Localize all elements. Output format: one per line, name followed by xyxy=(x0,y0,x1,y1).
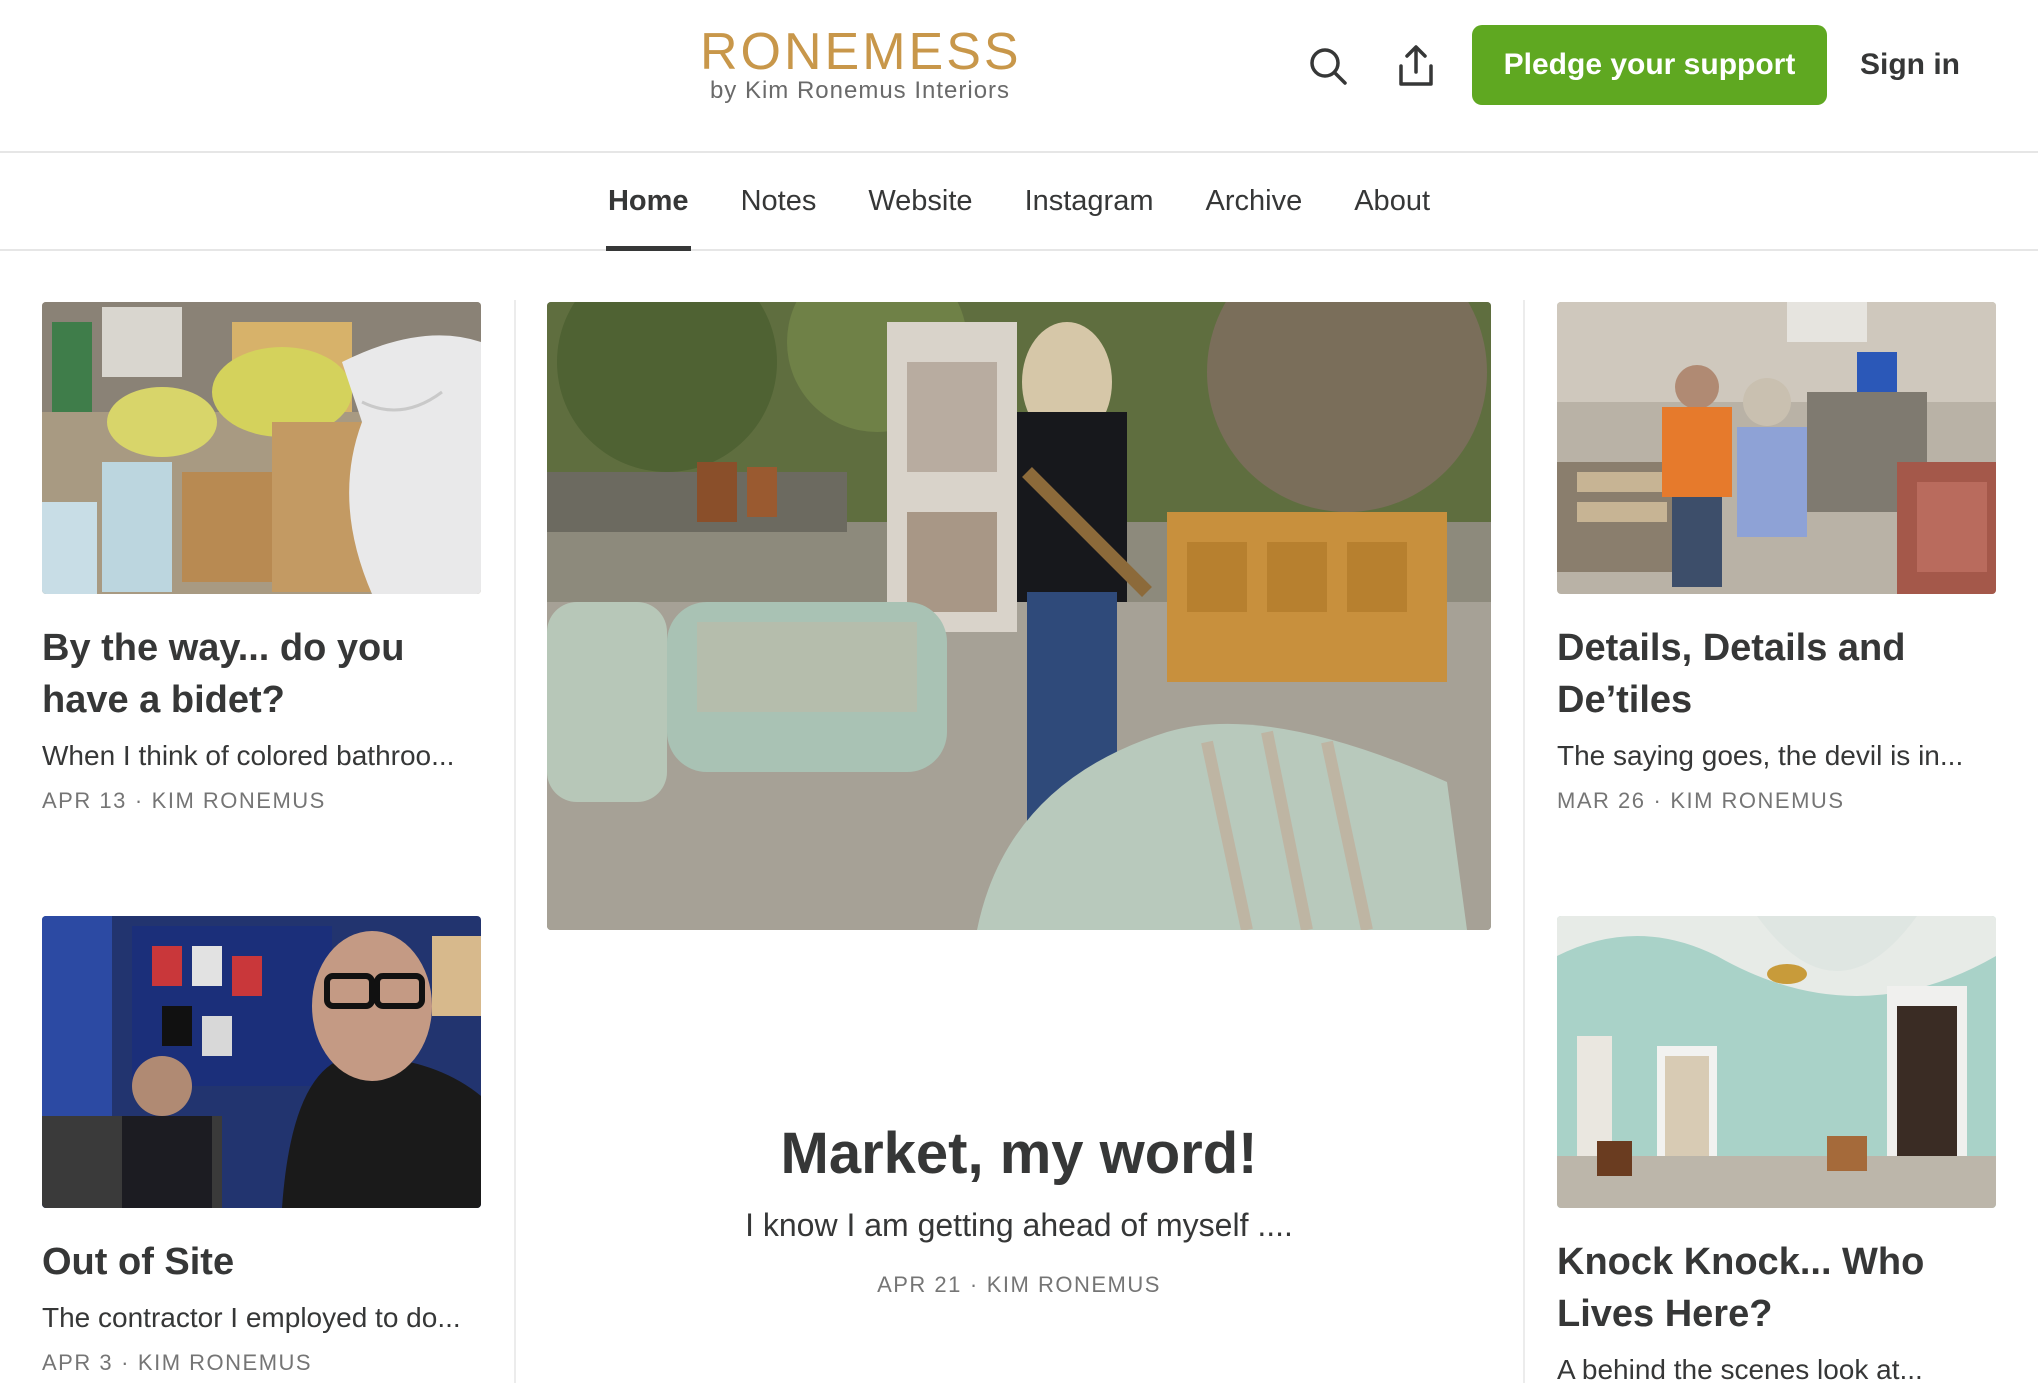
search-icon xyxy=(1310,48,1347,85)
logo-wordmark: RONEMESS xyxy=(700,23,1022,81)
meta-separator: · xyxy=(1653,788,1663,813)
nav-tab-website[interactable]: Website xyxy=(866,153,974,249)
featured-post[interactable]: Market, my word! I know I am getting ahe… xyxy=(547,302,1491,1298)
post-date: MAR 26 xyxy=(1557,788,1646,813)
nav-tab-notes[interactable]: Notes xyxy=(739,153,819,249)
post-subtitle: The saying goes, the devil is in... xyxy=(1557,740,1964,771)
post-title[interactable]: Details, Details and De’tiles xyxy=(1557,622,1996,726)
featured-post-subtitle: I know I am getting ahead of myself .... xyxy=(745,1207,1293,1243)
meta-separator: · xyxy=(121,1350,130,1375)
post-author[interactable]: KIM RONEMUS xyxy=(138,1350,312,1375)
post-title[interactable]: Knock Knock... Who Lives Here? xyxy=(1557,1236,1996,1340)
pledge-support-button[interactable]: Pledge your support xyxy=(1472,25,1827,105)
post-date: APR 13 xyxy=(42,788,127,813)
share-icon xyxy=(1399,45,1433,86)
post-card[interactable]: Out of Site The contractor I employed to… xyxy=(42,916,481,1376)
meta-separator: · xyxy=(969,1272,979,1297)
nav-tab-archive[interactable]: Archive xyxy=(1204,153,1305,249)
post-author[interactable]: KIM RONEMUS xyxy=(1670,788,1844,813)
post-title[interactable]: By the way... do you have a bidet? xyxy=(42,622,481,726)
post-image-bathroom-fixtures xyxy=(42,302,481,594)
meta-separator: · xyxy=(134,788,144,813)
post-author[interactable]: KIM RONEMUS xyxy=(987,1272,1161,1297)
column-divider xyxy=(1523,300,1525,1383)
main-nav: Home Notes Website Instagram Archive Abo… xyxy=(0,153,2038,251)
nav-tabs: Home Notes Website Instagram Archive Abo… xyxy=(0,153,2038,251)
post-subtitle: A behind the scenes look at... xyxy=(1557,1354,1923,1383)
post-date: APR 3 xyxy=(42,1350,114,1375)
post-author[interactable]: KIM RONEMUS xyxy=(152,788,326,813)
post-meta: APR 13 · KIM RONEMUS xyxy=(42,788,481,814)
post-thumbnail[interactable] xyxy=(42,916,481,1208)
post-meta: MAR 26 · KIM RONEMUS xyxy=(1557,788,1996,814)
post-thumbnail[interactable] xyxy=(1557,916,1996,1208)
post-card[interactable]: Details, Details and De’tiles The saying… xyxy=(1557,302,1996,814)
featured-post-image[interactable] xyxy=(547,302,1491,930)
post-subtitle: When I think of colored bathroo... xyxy=(42,740,455,771)
nav-tab-instagram[interactable]: Instagram xyxy=(1023,153,1156,249)
logo-tagline: by Kim Ronemus Interiors xyxy=(709,77,1011,104)
post-card[interactable]: Knock Knock... Who Lives Here? A behind … xyxy=(1557,916,1996,1383)
post-card[interactable]: By the way... do you have a bidet? When … xyxy=(42,302,481,814)
column-divider xyxy=(514,300,516,1383)
nav-tab-about[interactable]: About xyxy=(1352,153,1432,249)
post-meta: APR 3 · KIM RONEMUS xyxy=(42,1350,481,1376)
post-image-tile-workshop xyxy=(1557,302,1996,594)
post-image-selfie-shop xyxy=(42,916,481,1208)
top-header: RONEMESS by Kim Ronemus Interiors Pledge… xyxy=(0,0,2038,153)
post-image-flea-market xyxy=(547,302,1491,930)
post-subtitle: The contractor I employed to do... xyxy=(42,1302,461,1333)
featured-post-title[interactable]: Market, my word! xyxy=(547,1120,1491,1187)
publication-logo[interactable]: RONEMESS by Kim Ronemus Interiors xyxy=(700,24,1020,104)
nav-tab-home[interactable]: Home xyxy=(605,153,691,251)
sign-in-link[interactable]: Sign in xyxy=(1860,25,1960,105)
post-title[interactable]: Out of Site xyxy=(42,1236,481,1288)
post-image-empty-room xyxy=(1557,916,1996,1208)
post-thumbnail[interactable] xyxy=(1557,302,1996,594)
post-date: APR 21 xyxy=(877,1272,962,1297)
featured-post-meta: APR 21 · KIM RONEMUS xyxy=(547,1272,1491,1298)
post-thumbnail[interactable] xyxy=(42,302,481,594)
search-button[interactable] xyxy=(1302,40,1354,92)
share-button[interactable] xyxy=(1390,40,1442,92)
